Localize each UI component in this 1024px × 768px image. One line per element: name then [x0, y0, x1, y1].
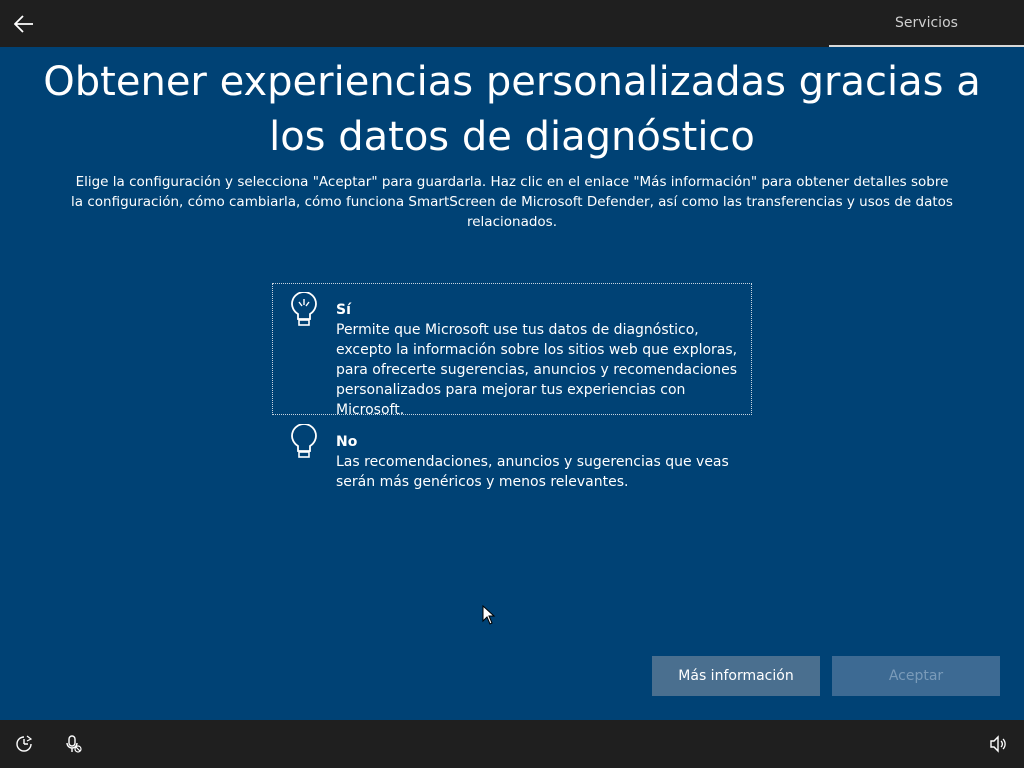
page-title: Obtener experiencias personalizadas grac…: [43, 59, 981, 160]
accept-button[interactable]: Aceptar: [832, 656, 1000, 696]
lightbulb-off-icon: [291, 424, 317, 458]
page-description: Elige la configuración y selecciona "Ace…: [71, 174, 953, 230]
microphone-button[interactable]: [61, 732, 85, 756]
ease-of-access-icon: [16, 735, 33, 752]
option-yes-title: Sí: [336, 302, 351, 318]
top-bar: Servicios: [0, 0, 1024, 47]
more-info-button[interactable]: Más información: [652, 656, 820, 696]
volume-button[interactable]: [986, 732, 1010, 756]
mouse-cursor-icon: [482, 605, 496, 625]
option-yes[interactable]: Sí Permite que Microsoft use tus datos d…: [272, 283, 752, 418]
option-no-title: No: [336, 434, 358, 450]
microphone-off-icon: [66, 735, 82, 753]
back-arrow-icon: [14, 15, 33, 33]
option-yes-description: Permite que Microsoft use tus datos de d…: [336, 322, 738, 418]
lightbulb-on-icon: [291, 292, 317, 326]
section-tab-servicios: Servicios: [829, 0, 1024, 47]
ease-of-access-button[interactable]: [12, 732, 36, 756]
option-no[interactable]: No Las recomendaciones, anuncios y suger…: [272, 415, 752, 505]
bottom-bar: [0, 720, 1024, 768]
option-no-description: Las recomendaciones, anuncios y sugerenc…: [336, 454, 729, 490]
back-button[interactable]: [8, 8, 40, 40]
volume-icon: [990, 735, 1006, 753]
